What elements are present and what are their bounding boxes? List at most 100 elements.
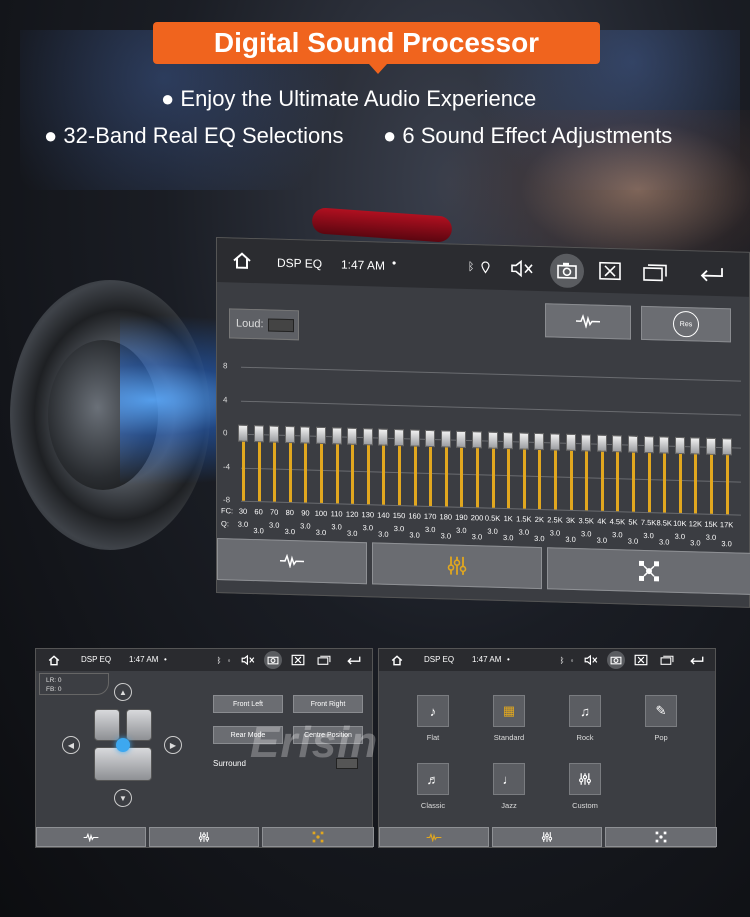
eq-band-slider[interactable] (471, 245, 483, 545)
eq-band-slider[interactable] (487, 246, 499, 546)
move-right-button[interactable]: ▶ (164, 736, 182, 754)
front-left-button[interactable]: Front Left (213, 695, 283, 713)
tab-eq[interactable] (36, 827, 146, 847)
eq-band-slider[interactable] (346, 242, 358, 542)
eq-band-slider[interactable] (705, 252, 717, 552)
tab-sound-effects[interactable] (372, 542, 542, 590)
eq-band-slider[interactable] (268, 239, 280, 539)
effect-rock-button[interactable]: ♫ (569, 695, 601, 727)
effect-pop-button[interactable]: ✎ (645, 695, 677, 727)
eq-band-slider[interactable] (549, 247, 561, 547)
effect-flat-button[interactable]: ♪ (417, 695, 449, 727)
eq-band-knob[interactable] (440, 430, 451, 448)
mute-icon[interactable] (583, 652, 599, 668)
eq-band-slider[interactable] (237, 239, 249, 539)
tab-speaker-position[interactable] (262, 827, 374, 847)
eq-band-slider[interactable] (455, 245, 467, 545)
eq-band-knob[interactable] (628, 435, 638, 453)
eq-band-knob[interactable] (565, 433, 576, 452)
eq-band-slider[interactable] (393, 243, 405, 543)
eq-band-knob[interactable] (612, 435, 623, 453)
eq-band-knob[interactable] (409, 429, 420, 447)
eq-band-slider[interactable] (409, 243, 421, 543)
eq-band-slider[interactable] (331, 241, 343, 541)
effect-classic-button[interactable]: ♬ (417, 763, 449, 795)
eq-band-slider[interactable] (658, 250, 670, 550)
eq-band-knob[interactable] (472, 431, 482, 449)
eq-band-knob[interactable] (659, 436, 670, 454)
back-icon[interactable] (346, 652, 362, 668)
eq-band-knob[interactable] (425, 429, 436, 448)
seat-rear[interactable] (94, 747, 152, 781)
seat-front-right[interactable] (126, 709, 152, 741)
eq-band-knob[interactable] (596, 434, 607, 452)
eq-band-knob[interactable] (362, 428, 373, 446)
eq-band-knob[interactable] (534, 432, 545, 451)
screenshot-icon[interactable] (607, 651, 625, 669)
back-icon[interactable] (689, 652, 705, 668)
eq-band-knob[interactable] (300, 426, 311, 444)
eq-band-slider[interactable] (596, 249, 608, 549)
eq-band-slider[interactable] (502, 246, 514, 546)
tab-sound-effects[interactable] (149, 827, 259, 847)
eq-band-knob[interactable] (456, 430, 467, 448)
eq-band-slider[interactable] (721, 252, 733, 552)
recent-apps-icon[interactable] (659, 652, 675, 668)
tab-speaker-position[interactable] (605, 827, 717, 847)
eq-band-knob[interactable] (347, 427, 358, 445)
eq-band-slider[interactable] (533, 247, 545, 547)
eq-band-knob[interactable] (284, 425, 295, 444)
eq-band-knob[interactable] (721, 438, 732, 456)
move-left-button[interactable]: ◀ (62, 736, 80, 754)
tab-eq[interactable] (379, 827, 489, 847)
eq-band-slider[interactable] (253, 239, 265, 539)
eq-band-slider[interactable] (440, 244, 452, 544)
eq-band-knob[interactable] (331, 427, 342, 445)
eq-band-slider[interactable] (284, 240, 296, 540)
eq-band-knob[interactable] (581, 434, 592, 452)
eq-band-slider[interactable] (377, 243, 389, 543)
eq-band-slider[interactable] (424, 244, 436, 544)
eq-band-knob[interactable] (690, 437, 701, 455)
eq-band-knob[interactable] (487, 431, 498, 449)
tab-eq[interactable] (217, 538, 367, 585)
eq-band-slider[interactable] (580, 248, 592, 548)
eq-band-slider[interactable] (643, 250, 655, 550)
eq-band-knob[interactable] (394, 428, 404, 447)
home-icon[interactable] (389, 652, 405, 668)
tab-speaker-position[interactable] (547, 547, 750, 595)
tab-sound-effects[interactable] (492, 827, 602, 847)
eq-band-knob[interactable] (674, 436, 685, 455)
eq-band-knob[interactable] (316, 426, 326, 445)
front-right-button[interactable]: Front Right (293, 695, 363, 713)
eq-band-knob[interactable] (550, 433, 560, 451)
eq-band-knob[interactable] (238, 424, 248, 442)
eq-band-slider[interactable] (689, 251, 701, 551)
eq-band-knob[interactable] (269, 425, 280, 443)
recent-apps-icon[interactable] (316, 652, 332, 668)
screenshot-icon[interactable] (264, 651, 282, 669)
eq-band-knob[interactable] (378, 428, 389, 446)
effect-standard-button[interactable]: ▦ (493, 695, 525, 727)
eq-band-slider[interactable] (315, 241, 327, 541)
effect-custom-button[interactable] (569, 763, 601, 795)
effect-jazz-button[interactable]: ♩ (493, 763, 525, 795)
home-icon[interactable] (46, 652, 62, 668)
eq-band-knob[interactable] (503, 432, 514, 450)
close-window-icon[interactable] (633, 652, 649, 668)
eq-band-knob[interactable] (643, 435, 654, 454)
eq-band-slider[interactable] (565, 248, 577, 548)
seat-front-left[interactable] (94, 709, 120, 741)
eq-band-slider[interactable] (674, 251, 686, 551)
move-up-button[interactable]: ▲ (114, 683, 132, 701)
listening-position-marker[interactable] (116, 738, 130, 752)
eq-band-knob[interactable] (706, 437, 716, 455)
close-window-icon[interactable] (290, 652, 306, 668)
eq-band-slider[interactable] (627, 249, 639, 549)
eq-band-slider[interactable] (518, 246, 530, 546)
mute-icon[interactable] (240, 652, 256, 668)
eq-band-knob[interactable] (518, 432, 529, 450)
eq-band-slider[interactable] (611, 249, 623, 549)
eq-band-slider[interactable] (362, 242, 374, 542)
move-down-button[interactable]: ▼ (114, 789, 132, 807)
